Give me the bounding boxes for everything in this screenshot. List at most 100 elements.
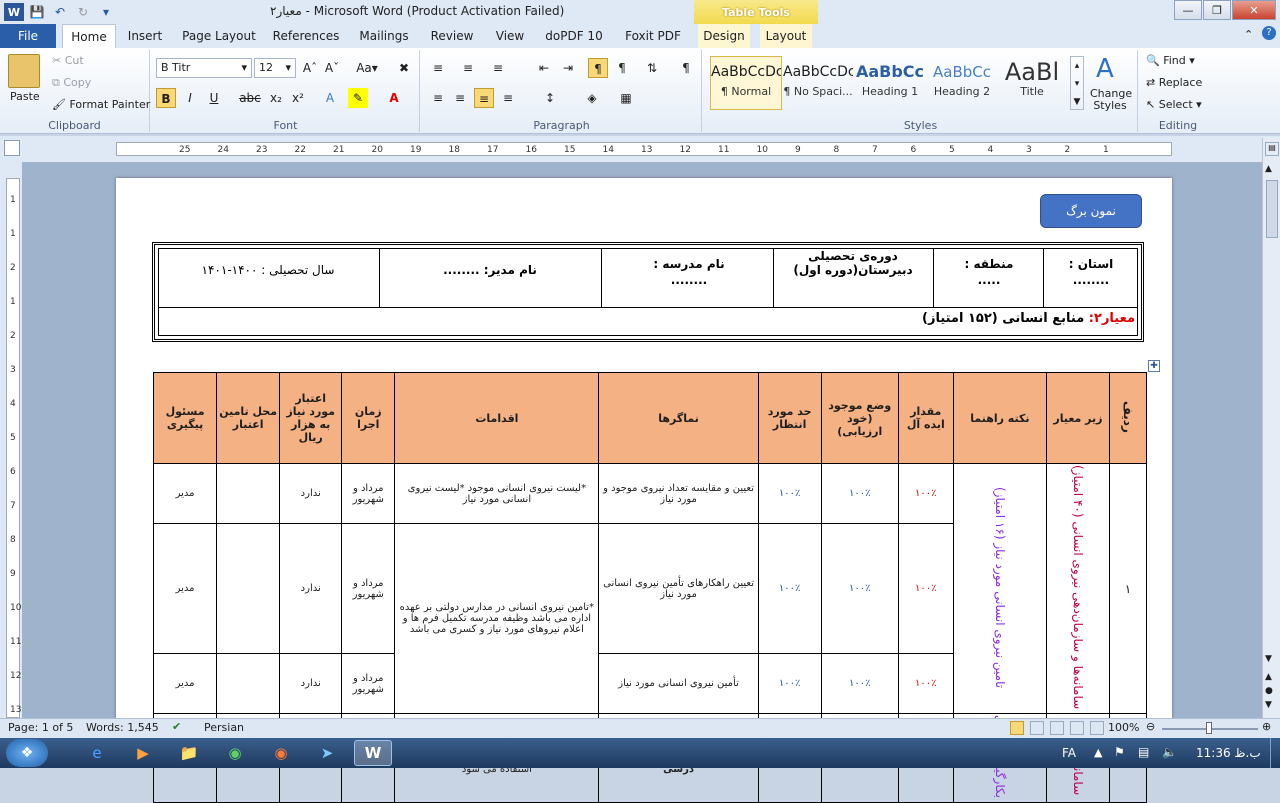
tab-review[interactable]: Review bbox=[426, 24, 478, 48]
clear-formatting-icon[interactable]: ✖ bbox=[394, 58, 414, 78]
line-spacing-icon[interactable]: ↕ bbox=[540, 88, 560, 108]
media-player-icon[interactable]: ▶ bbox=[124, 740, 162, 766]
network-icon[interactable]: ▤ bbox=[1138, 745, 1149, 759]
proofing-icon[interactable]: ✔ bbox=[172, 720, 181, 733]
next-page-icon[interactable]: ▼ bbox=[1265, 700, 1272, 710]
file-explorer-icon[interactable]: 📁 bbox=[170, 740, 208, 766]
style-normal[interactable]: AaBbCcDc ¶ Normal bbox=[710, 56, 782, 110]
sort-icon[interactable]: ⇅ bbox=[642, 58, 662, 78]
multilevel-list-icon[interactable]: ≡ bbox=[488, 58, 508, 78]
styles-scroll[interactable]: ▴ ▾ ▼ bbox=[1070, 56, 1084, 110]
help-icon[interactable]: ? bbox=[1262, 26, 1276, 40]
tab-mailings[interactable]: Mailings bbox=[354, 24, 414, 48]
superscript-button[interactable]: x² bbox=[288, 88, 308, 108]
tab-layout[interactable]: Layout bbox=[760, 24, 812, 48]
style-title[interactable]: AaBl Title bbox=[996, 56, 1068, 110]
text-effects-icon[interactable]: A bbox=[320, 88, 340, 108]
action-center-icon[interactable]: ⚑ bbox=[1114, 745, 1125, 759]
replace-button[interactable]: ⇄ Replace bbox=[1146, 76, 1202, 89]
subscript-button[interactable]: x₂ bbox=[266, 88, 286, 108]
strikethrough-button[interactable]: abc bbox=[238, 88, 262, 108]
draft-icon[interactable] bbox=[1090, 721, 1104, 735]
ltr-direction-icon[interactable]: ¶ bbox=[612, 58, 632, 78]
zoom-level[interactable]: 100% bbox=[1108, 721, 1139, 734]
italic-button[interactable]: I bbox=[180, 88, 200, 108]
full-screen-reading-icon[interactable] bbox=[1030, 721, 1044, 735]
undo-icon[interactable]: ↶ bbox=[50, 3, 70, 21]
zoom-in-icon[interactable]: ⊕ bbox=[1262, 720, 1271, 733]
vertical-scrollbar[interactable]: ▤ ▲ ▼ ▲ ● ▼ bbox=[1262, 138, 1280, 718]
decrease-indent-icon[interactable]: ⇤ bbox=[534, 58, 554, 78]
print-layout-icon[interactable] bbox=[1010, 721, 1024, 735]
restore-button[interactable]: ❐ bbox=[1203, 0, 1231, 20]
previous-page-icon[interactable]: ▲ bbox=[1265, 672, 1272, 682]
font-color-icon[interactable]: A bbox=[384, 88, 404, 108]
change-styles-button[interactable]: Change Styles bbox=[1090, 88, 1132, 112]
justify-icon[interactable]: ≡ bbox=[498, 88, 518, 108]
start-button[interactable]: ❖ bbox=[6, 739, 48, 767]
increase-indent-icon[interactable]: ⇥ bbox=[558, 58, 578, 78]
close-button[interactable]: ✕ bbox=[1232, 0, 1276, 20]
word-count[interactable]: Words: 1,545 bbox=[86, 721, 159, 734]
customize-qat-icon[interactable]: ▾ bbox=[96, 3, 116, 21]
clock[interactable]: 11:36 ب.ظ bbox=[1196, 746, 1261, 760]
redo-icon[interactable]: ↻ bbox=[73, 3, 93, 21]
tab-selector-icon[interactable] bbox=[4, 140, 20, 156]
font-size-combo[interactable]: 12 ▾ bbox=[254, 58, 296, 78]
paste-button[interactable]: Paste bbox=[10, 90, 40, 103]
word-app-icon[interactable]: W bbox=[4, 3, 24, 21]
bold-button[interactable]: B bbox=[156, 88, 176, 108]
font-name-combo[interactable]: B Titr ▾ bbox=[156, 58, 252, 78]
grow-font-icon[interactable]: Aˆ bbox=[300, 58, 320, 78]
telegram-icon[interactable]: ➤ bbox=[308, 740, 346, 766]
align-center-icon[interactable]: ≡ bbox=[450, 88, 470, 108]
scroll-down-icon[interactable]: ▼ bbox=[1265, 654, 1272, 664]
web-layout-icon[interactable] bbox=[1050, 721, 1064, 735]
select-browse-object-icon[interactable]: ● bbox=[1265, 686, 1273, 696]
highlight-icon[interactable]: ✎ bbox=[348, 88, 368, 108]
tab-foxit-pdf[interactable]: Foxit PDF bbox=[620, 24, 686, 48]
underline-button[interactable]: U bbox=[204, 88, 224, 108]
find-button[interactable]: 🔍 Find ▾ bbox=[1146, 54, 1195, 67]
word-taskbar-icon[interactable]: W bbox=[354, 740, 392, 766]
zoom-out-icon[interactable]: ⊖ bbox=[1146, 720, 1155, 733]
tab-design[interactable]: Design bbox=[698, 24, 750, 48]
scroll-up-icon[interactable]: ▲ bbox=[1265, 164, 1272, 174]
show-marks-icon[interactable]: ¶ bbox=[676, 58, 696, 78]
internet-explorer-icon[interactable]: e bbox=[78, 740, 116, 766]
ruler-toggle-icon[interactable]: ▤ bbox=[1265, 142, 1279, 156]
minimize-button[interactable]: — bbox=[1174, 0, 1202, 20]
tab-view[interactable]: View bbox=[490, 24, 530, 48]
format-painter-button[interactable]: 🖌 Format Painter bbox=[52, 98, 150, 111]
tab-references[interactable]: References bbox=[270, 24, 342, 48]
tray-expand-icon[interactable]: ▲ bbox=[1094, 746, 1102, 759]
tab-dopdf[interactable]: doPDF 10 bbox=[542, 24, 606, 48]
style-no-spacing[interactable]: AaBbCcDc ¶ No Spaci... bbox=[782, 56, 854, 110]
align-right-icon[interactable]: ≡ bbox=[474, 88, 494, 108]
tab-insert[interactable]: Insert bbox=[124, 24, 166, 48]
page-count[interactable]: Page: 1 of 5 bbox=[8, 721, 73, 734]
borders-icon[interactable]: ▦ bbox=[616, 88, 636, 108]
cut-button[interactable]: ✂ Cut bbox=[52, 54, 84, 67]
numbering-icon[interactable]: ≡ bbox=[458, 58, 478, 78]
show-desktop-button[interactable] bbox=[1270, 738, 1280, 768]
scroll-thumb[interactable] bbox=[1266, 180, 1278, 238]
volume-icon[interactable]: 🔈 bbox=[1162, 745, 1177, 759]
shading-icon[interactable]: ◈ bbox=[582, 88, 602, 108]
style-heading-2[interactable]: AaBbCc Heading 2 bbox=[926, 56, 998, 110]
language-bar[interactable]: FA bbox=[1062, 746, 1076, 760]
outline-icon[interactable] bbox=[1070, 721, 1084, 735]
align-left-icon[interactable]: ≡ bbox=[428, 88, 448, 108]
tab-page-layout[interactable]: Page Layout bbox=[180, 24, 258, 48]
change-styles-icon[interactable]: A bbox=[1096, 54, 1114, 84]
bullets-icon[interactable]: ≡ bbox=[428, 58, 448, 78]
copy-button[interactable]: ⧉ Copy bbox=[52, 76, 91, 90]
language-indicator[interactable]: Persian bbox=[204, 721, 244, 734]
shrink-font-icon[interactable]: Aˇ bbox=[322, 58, 342, 78]
zoom-slider-thumb[interactable] bbox=[1206, 722, 1212, 734]
minimize-ribbon-icon[interactable]: ⌃ bbox=[1244, 28, 1253, 41]
table-move-handle-icon[interactable]: ✚ bbox=[1148, 360, 1160, 372]
firefox-icon[interactable]: ◉ bbox=[262, 740, 300, 766]
rtl-direction-icon[interactable]: ¶ bbox=[588, 58, 608, 78]
select-button[interactable]: ↖ Select ▾ bbox=[1146, 98, 1202, 111]
